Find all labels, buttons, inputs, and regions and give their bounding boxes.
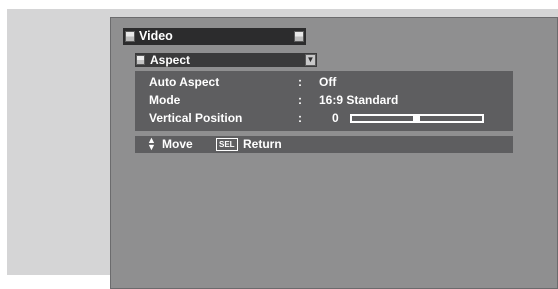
setting-label: Auto Aspect (149, 75, 220, 89)
menu-title: Video (139, 29, 173, 43)
settings-panel: Auto Aspect : Off Mode : 16:9 Standard V… (135, 71, 513, 131)
setting-separator: : (298, 111, 302, 125)
setting-value: Off (319, 75, 337, 89)
setting-label: Mode (149, 93, 181, 107)
up-down-arrows-icon: ▲ ▼ (147, 135, 156, 152)
setting-separator: : (298, 75, 302, 89)
submenu-label: Aspect (150, 53, 191, 67)
menu-header-video[interactable]: Video (123, 28, 306, 45)
submenu-left-marker (136, 55, 145, 65)
triangle-down-icon[interactable]: ▼ (305, 54, 316, 66)
sel-key-icon: SEL (216, 138, 238, 151)
setting-value: 0 (332, 111, 339, 125)
move-hint: Move (162, 137, 193, 151)
setting-label: Vertical Position (149, 111, 243, 125)
header-right-marker (294, 31, 304, 42)
vertical-position-slider[interactable] (350, 114, 484, 123)
setting-separator: : (298, 93, 302, 107)
footer-help-bar: ▲ ▼ Move SEL Return (135, 136, 513, 153)
setting-value: 16:9 Standard (319, 93, 399, 107)
submenu-aspect[interactable]: Aspect ▼ (135, 53, 317, 67)
setting-row-mode[interactable]: Mode : 16:9 Standard (135, 93, 513, 108)
slider-knob[interactable] (412, 114, 420, 123)
header-left-marker (125, 31, 135, 42)
setting-row-vertical-position[interactable]: Vertical Position : 0 (135, 111, 513, 126)
setting-row-auto-aspect[interactable]: Auto Aspect : Off (135, 75, 513, 90)
return-hint: Return (243, 137, 282, 151)
